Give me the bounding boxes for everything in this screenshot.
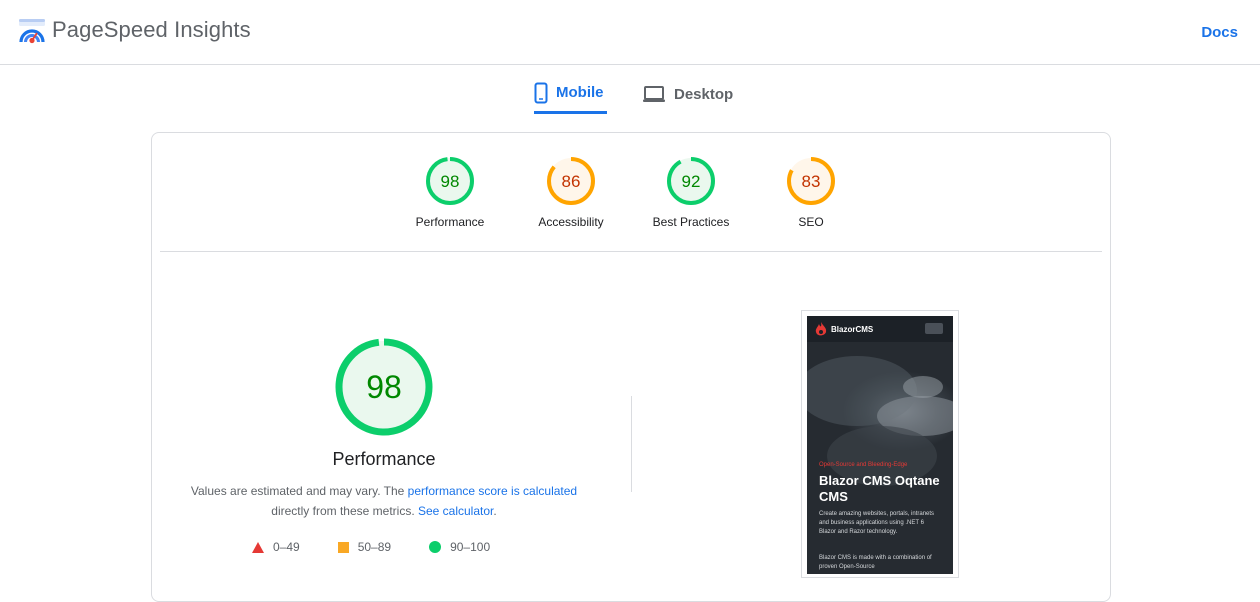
performance-title: Performance [332,449,436,469]
legend-average: 50–89 [337,540,392,554]
laptop-icon [642,85,666,103]
performance-score-gauge: 98 [334,337,434,437]
screenshot-blurb-continued: Blazor CMS is made with a combination of… [819,555,932,570]
hamburger-menu-icon [925,323,943,334]
section-divider [160,251,1102,252]
tab-desktop-label: Desktop [674,85,734,103]
smartphone-icon [534,82,548,104]
performance-description: Values are estimated and may vary. The p… [172,481,596,521]
green-circle-icon [429,541,442,553]
red-triangle-icon [252,541,264,553]
pagespeed-logo-icon[interactable] [18,18,46,44]
gauge-seo-value: 83 [802,172,821,191]
page-screenshot: BlazorCMS Open-Source and Bleeding-Edge … [801,310,959,578]
page-screenshot-image: BlazorCMS Open-Source and Bleeding-Edge … [807,316,953,574]
gauge-best-practices[interactable]: 92 Best Practices [621,155,761,229]
legend-fail: 0–49 [252,540,300,554]
gauge-seo-ring: 83 [787,157,835,205]
tab-desktop[interactable]: Desktop [642,74,733,114]
see-calculator-link[interactable]: See calculator [418,504,493,518]
tab-mobile[interactable]: Mobile [534,74,607,114]
top-bar: PageSpeed Insights Docs [0,0,1260,65]
gauge-seo-label: SEO [798,215,824,229]
performance-score-value: 98 [366,369,402,405]
score-legend: 0–49 50–89 90–100 [252,537,528,557]
gauge-performance-ring: 98 [426,157,474,205]
report-card: 98 Performance 86 Accessibility 92 Best … [151,132,1111,602]
gauge-performance-value: 98 [441,172,460,191]
desc-prefix: Values are estimated and may vary. The [190,484,408,498]
legend-pass: 90–100 [429,540,490,554]
gauge-best-practices-label: Best Practices [652,215,730,229]
screenshot-eyebrow: Open-Source and Bleeding-Edge [819,462,908,468]
gauge-best-practices-value: 92 [682,172,701,191]
gauge-accessibility-value: 86 [562,172,581,191]
docs-link[interactable]: Docs [1201,24,1238,41]
app-title: PageSpeed Insights [52,17,251,42]
gauge-accessibility-ring: 86 [547,157,595,205]
gauge-performance[interactable]: 98 Performance [380,155,520,229]
gauge-accessibility[interactable]: 86 Accessibility [501,155,641,229]
desc-suffix: . [493,504,497,518]
gauge-best-practices-ring: 92 [667,157,715,205]
screenshot-headline: Blazor CMS Oqtane CMS [819,473,940,504]
screenshot-navbar: BlazorCMS [807,316,953,342]
screenshot-blurb: Create amazing websites, portals, intran… [819,511,935,535]
tab-mobile-label: Mobile [556,84,604,101]
gauge-accessibility-label: Accessibility [538,215,604,229]
screenshot-brand-name: BlazorCMS [831,325,874,334]
gauge-seo[interactable]: 83 SEO [741,155,881,229]
legend-fail-label: 0–49 [273,540,300,554]
legend-average-label: 50–89 [357,540,392,554]
flame-logo-icon [815,322,827,342]
vertical-divider [631,396,632,492]
gauge-performance-label: Performance [415,215,485,229]
desc-middle: directly from these metrics. [271,504,418,518]
legend-pass-label: 90–100 [450,540,491,554]
orange-square-icon [337,541,349,553]
category-gauges: 98 Performance 86 Accessibility 92 Best … [152,133,1110,252]
score-calculated-link[interactable]: performance score is calculated [408,484,577,498]
